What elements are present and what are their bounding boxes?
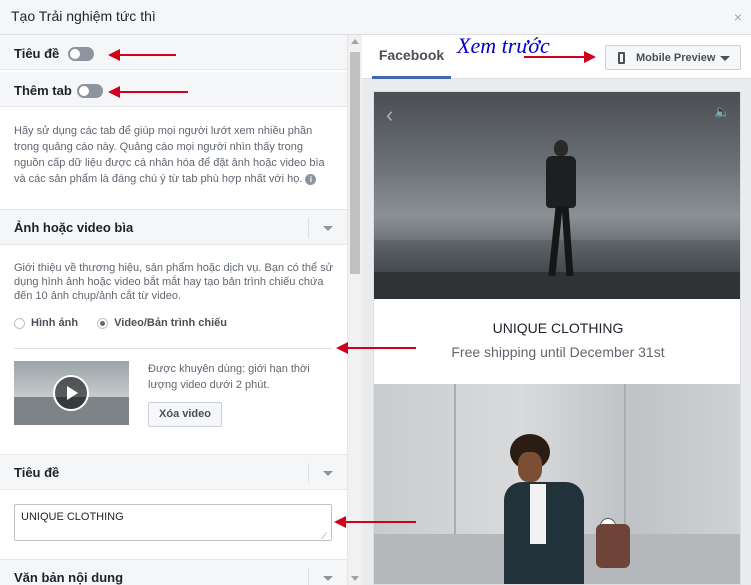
tabs-help-text: Hãy sử dụng các tab để giúp mọi người lư… [14, 123, 336, 187]
product-image [374, 384, 740, 584]
video-recommendation: Được khuyên dùng: giới hạn thời lượng vi… [148, 363, 310, 391]
editor-scrollbar[interactable] [347, 35, 362, 585]
close-icon[interactable]: × [734, 9, 742, 25]
media-type-radios: Hình ảnh Video/Bản trình chiếu [14, 317, 227, 329]
annotation-arrow [524, 51, 596, 63]
annotation-arrow [334, 516, 416, 528]
annotation-arrow [336, 342, 416, 354]
delete-video-button[interactable]: Xóa video [148, 402, 222, 427]
chevron-down-icon[interactable] [323, 471, 333, 476]
title-toggle[interactable] [68, 47, 94, 61]
cover-section-header[interactable]: Ảnh hoặc video bìa [0, 209, 347, 245]
scroll-thumb[interactable] [350, 52, 360, 274]
model-figure [542, 140, 582, 280]
scroll-up-icon[interactable] [351, 39, 359, 44]
speaker-icon[interactable]: 🔈 [714, 104, 730, 120]
mobile-preview-label: Mobile Preview [636, 52, 716, 64]
tabs-toggle-label: Thêm tab [14, 83, 72, 98]
editor-panel: Tiêu đề Thêm tab Hãy sử dụng các tab để … [0, 35, 362, 585]
cover-video-preview[interactable]: ‹ 🔈 [374, 92, 740, 299]
radio-video-label: Video/Bản trình chiếu [114, 317, 227, 330]
headline-section-header[interactable]: Tiêu đề [0, 454, 347, 490]
chevron-down-icon[interactable] [323, 576, 333, 581]
cover-description: Giới thiệu về thương hiệu, sản phẩm hoặc… [14, 262, 333, 302]
tab-facebook[interactable]: Facebook [372, 35, 451, 79]
instant-experience-dialog: Tạo Trải nghiệm tức thì × Tiêu đề Thêm t… [0, 0, 751, 585]
mobile-preview-frame: ‹ 🔈 UNIQUE CLOTHING Free shipping until … [373, 91, 741, 585]
body-section-header[interactable]: Văn bản nội dung [0, 559, 347, 585]
cover-section-label: Ảnh hoặc video bìa [14, 220, 134, 235]
radio-video[interactable]: Video/Bản trình chiếu [97, 317, 227, 329]
phone-icon [618, 52, 625, 64]
annotation-arrow [108, 86, 188, 98]
chevron-down-icon[interactable] [323, 226, 333, 231]
dialog-titlebar: Tạo Trải nghiệm tức thì × [0, 0, 751, 35]
resize-grip-icon[interactable]: ⟋ [321, 531, 327, 542]
radio-image[interactable]: Hình ảnh [14, 317, 78, 329]
preview-promo: Free shipping until December 31st [451, 344, 665, 360]
mobile-preview-button[interactable]: Mobile Preview [605, 45, 741, 70]
info-icon[interactable]: i [305, 173, 317, 185]
annotation-arrow [108, 49, 176, 61]
body-section-label: Văn bản nội dung [14, 570, 124, 585]
divider [14, 348, 332, 349]
dialog-title: Tạo Trải nghiệm tức thì [11, 8, 156, 24]
title-toggle-row: Tiêu đề [0, 35, 347, 70]
tabs-toggle[interactable] [77, 84, 103, 98]
preview-panel: Facebook Xem trước Mobile Preview ‹ 🔈 UN… [362, 33, 751, 585]
model-figure [494, 434, 604, 584]
scroll-down-icon[interactable] [351, 576, 359, 581]
title-toggle-label: Tiêu đề [14, 46, 60, 61]
radio-image-label: Hình ảnh [31, 317, 79, 330]
video-thumbnail[interactable] [14, 361, 129, 425]
headline-input[interactable]: UNIQUE CLOTHING [14, 504, 332, 541]
bag-image [596, 524, 630, 568]
chevron-down-icon [720, 56, 730, 61]
preview-canvas: ‹ 🔈 UNIQUE CLOTHING Free shipping until … [362, 79, 751, 585]
play-icon[interactable] [53, 375, 89, 411]
headline-section-label: Tiêu đề [14, 465, 60, 480]
preview-brand: UNIQUE CLOTHING [492, 320, 624, 336]
tabs-help-copy: Hãy sử dụng các tab để giúp mọi người lư… [14, 125, 325, 185]
prev-icon[interactable]: ‹ [386, 102, 393, 128]
tabs-toggle-row: Thêm tab [0, 72, 347, 107]
